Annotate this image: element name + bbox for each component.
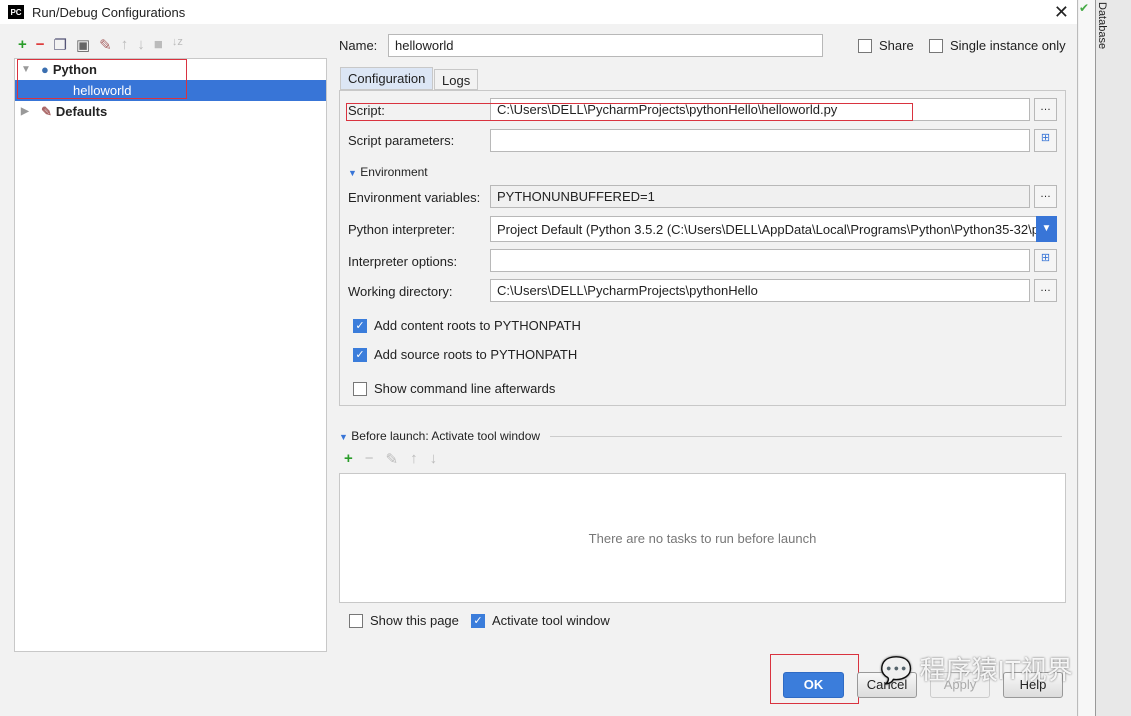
tab-logs[interactable]: Logs	[434, 69, 479, 90]
content-roots-checkbox[interactable]: ✓ Add content roots to PYTHONPATH	[353, 318, 581, 333]
arrow-up-icon[interactable]: ↑	[121, 36, 129, 54]
divider	[550, 436, 1062, 437]
pycharm-logo: PC	[8, 5, 24, 19]
title-bar: PC Run/Debug Configurations ✕	[0, 0, 1077, 24]
arrow-down-icon[interactable]: ↓	[137, 36, 145, 54]
highlight-box	[17, 59, 187, 99]
interpreter-select[interactable]: Project Default (Python 3.5.2 (C:\Users\…	[490, 216, 1038, 242]
name-label: Name:	[339, 38, 378, 53]
check-icon: ✔	[1079, 1, 1090, 15]
interpreter-label: Python interpreter:	[348, 222, 455, 237]
highlight-box	[770, 654, 859, 704]
params-label: Script parameters:	[348, 133, 455, 148]
ide-side-panel: Database	[1095, 0, 1131, 716]
plus-icon[interactable]: +	[344, 450, 353, 468]
show-page-checkbox[interactable]: Show this page	[349, 613, 459, 628]
environment-section[interactable]: ▼ Environment	[348, 165, 428, 179]
close-icon[interactable]: ✕	[1054, 2, 1069, 23]
workdir-label: Working directory:	[348, 284, 453, 299]
workdir-input[interactable]: C:\Users\DELL\PycharmProjects\pythonHell…	[490, 279, 1030, 302]
watermark: 💬 程序猿IT视界	[880, 655, 1073, 685]
tab-configuration[interactable]: Configuration	[340, 67, 434, 90]
browse-button[interactable]: …	[1034, 185, 1057, 208]
source-roots-checkbox[interactable]: ✓ Add source roots to PYTHONPATH	[353, 347, 577, 362]
env-vars-label: Environment variables:	[348, 190, 481, 205]
arrow-up-icon[interactable]: ↑	[410, 450, 418, 468]
run-debug-dialog: PC Run/Debug Configurations ✕ + − ❐ ▣ ✎ …	[0, 0, 1078, 716]
expand-icon[interactable]: ⊞	[1034, 129, 1057, 152]
save-icon[interactable]: ▣	[76, 36, 90, 54]
edit-icon[interactable]: ✎	[386, 450, 399, 468]
single-instance-checkbox[interactable]: Single instance only	[929, 38, 1066, 53]
window-title: Run/Debug Configurations	[32, 4, 186, 20]
arrow-down-icon[interactable]: ↓	[430, 450, 438, 468]
config-tree: ▼ ● Python helloworld ▶ ✎ Defaults	[14, 58, 327, 652]
copy-icon[interactable]: ❐	[54, 36, 67, 54]
show-cmd-checkbox[interactable]: Show command line afterwards	[353, 381, 555, 396]
share-checkbox[interactable]: Share	[858, 38, 914, 53]
wrench-icon[interactable]: ✎	[99, 36, 112, 54]
folder-icon[interactable]: ■	[154, 36, 163, 54]
ide-background: ✔	[1079, 0, 1095, 716]
activate-tool-window-checkbox[interactable]: ✓ Activate tool window	[471, 613, 610, 628]
interp-opts-input[interactable]	[490, 249, 1030, 272]
sort-icon[interactable]: ↓z	[172, 36, 183, 54]
browse-button[interactable]: …	[1034, 98, 1057, 121]
wechat-icon: 💬	[880, 655, 913, 685]
browse-button[interactable]: …	[1034, 279, 1057, 302]
plus-icon[interactable]: +	[18, 36, 27, 54]
before-launch-list: There are no tasks to run before launch	[339, 473, 1066, 603]
params-input[interactable]	[490, 129, 1030, 152]
name-input[interactable]: helloworld	[388, 34, 823, 57]
tree-toolbar: + − ❐ ▣ ✎ ↑ ↓ ■ ↓z	[18, 36, 183, 54]
expand-icon[interactable]: ⊞	[1034, 249, 1057, 272]
wrench-icon: ✎	[41, 103, 52, 119]
before-launch-toolbar: + − ✎ ↑ ↓	[344, 450, 437, 468]
chevron-down-icon[interactable]: ▼	[1036, 216, 1057, 242]
minus-icon[interactable]: −	[36, 36, 45, 54]
interp-opts-label: Interpreter options:	[348, 254, 458, 269]
before-launch-section[interactable]: ▼ Before launch: Activate tool window	[339, 429, 540, 443]
minus-icon[interactable]: −	[365, 450, 374, 468]
tree-item-defaults[interactable]: ▶ ✎ Defaults	[15, 101, 326, 122]
highlight-box	[346, 103, 913, 121]
env-vars-input[interactable]: PYTHONUNBUFFERED=1	[490, 185, 1030, 208]
database-tab[interactable]: Database	[1096, 0, 1108, 49]
